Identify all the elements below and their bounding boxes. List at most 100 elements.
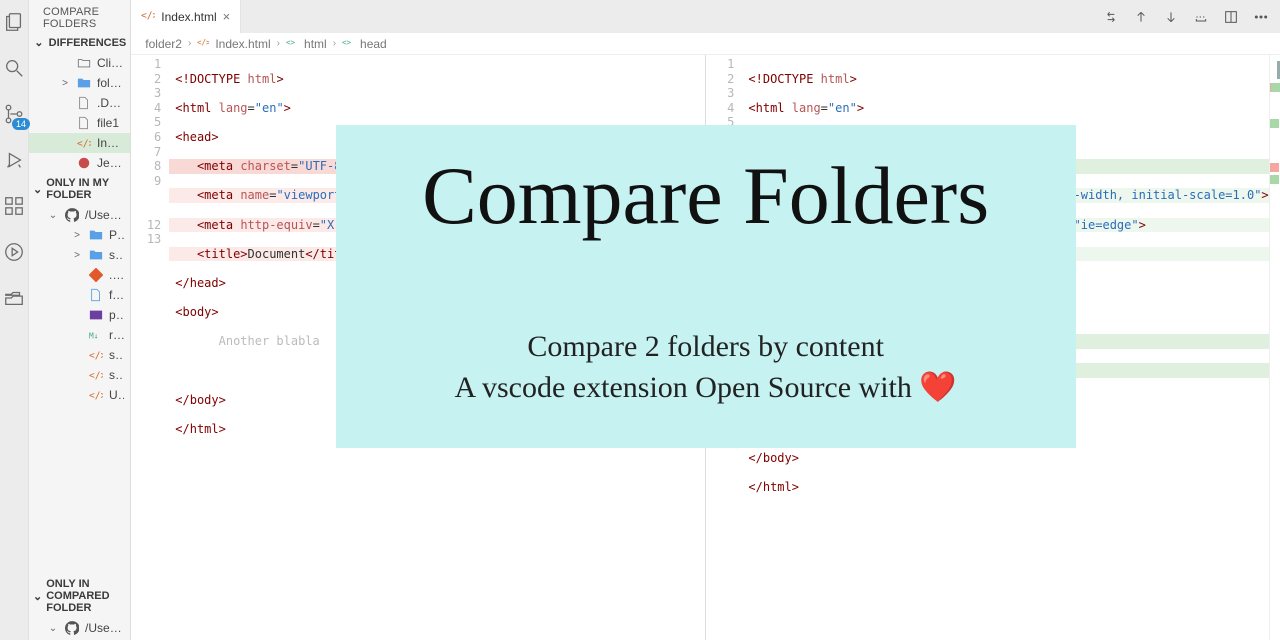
github-icon [65,208,79,222]
arrow-up-icon[interactable] [1132,8,1150,26]
breadcrumb-item[interactable]: Index.html [215,37,270,51]
tab-label: Index.html [161,10,216,24]
line-gutter: 1234567891213 [131,55,169,640]
file-icon [77,96,91,110]
breadcrumb-item[interactable]: html [304,37,327,51]
folder-select-icon [77,56,91,70]
svg-text:</>: </> [89,351,103,362]
tree-label: Jenkinsfile [97,156,124,170]
tree-label: folder [97,76,124,90]
tree-label: Click to select a folder [97,56,124,70]
svg-text:</>: </> [141,11,155,22]
tree-item[interactable]: >folder [29,73,130,93]
source-control-icon[interactable]: 14 [0,100,28,128]
tree-item[interactable]: >sub [29,245,130,265]
tree-label: sdf1.html [109,368,124,382]
tree-item[interactable]: ffmpeg-4.0.2.dmg [29,285,130,305]
tree-label: Index.html [97,136,124,150]
folder-icon [77,76,91,90]
tree-item[interactable]: Jenkinsfile [29,153,130,173]
folder-icon [89,248,103,262]
tree-root[interactable]: ⌄ /Users/moshef/Desktop/compareable/fold… [29,618,130,638]
tree-item[interactable]: .gitignore [29,265,130,285]
section-differences[interactable]: ⌄DIFFERENCES [29,34,130,51]
code-area[interactable]: <!DOCTYPE html> <html lang="en"> <head> … [169,55,705,640]
jenkins-icon [77,156,91,170]
editor-group: </> Index.html × folder2› </> Index.html… [131,0,1280,640]
folder-icon [89,228,103,242]
tree-item[interactable]: Click to select a folder [29,53,130,73]
tree-label: ffmpeg-4.0.2.dmg [109,288,124,302]
tab-bar: </> Index.html × [131,0,1280,33]
panel-title: COMPARE FOLDERS [29,0,130,34]
overview-ruler[interactable] [1269,55,1280,640]
tree-item[interactable]: </> Untitled-1.html [29,385,130,405]
section-only-compared[interactable]: ⌄ONLY IN COMPARED FOLDER [29,576,130,616]
section-only-mine[interactable]: ⌄ONLY IN MY FOLDER [29,175,130,203]
search-icon[interactable] [0,54,28,82]
diff-editor[interactable]: 1234567891213 <!DOCTYPE html> <html lang… [131,55,1280,640]
more-icon[interactable] [1252,8,1270,26]
tree-label: Pages [109,228,124,242]
tree-label: project.csproj [109,308,124,322]
tree-label: sdf.html [109,348,124,362]
tree-item[interactable]: M↓readme.md [29,325,130,345]
file-icon [77,116,91,130]
github-icon [65,621,79,635]
arrow-down-icon[interactable] [1162,8,1180,26]
split-icon[interactable] [1222,8,1240,26]
only-mine-tree: ⌄ /Users/moshef/Desktop/compareable/fold… [29,203,130,407]
tree-item[interactable]: </> Index.html [29,133,130,153]
tree-label: Untitled-1.html [109,388,124,402]
md-icon: M↓ [89,328,103,342]
compare-side-panel: COMPARE FOLDERS ⌄DIFFERENCES Click to se… [29,0,131,640]
activity-bar: 14 [0,0,29,640]
file-icon [89,288,103,302]
html-icon: </> [89,348,103,362]
run-icon[interactable] [0,238,28,266]
svg-text:<>: <> [286,38,296,47]
tree-item[interactable]: > Pages [29,225,130,245]
html-icon: </> [197,36,209,51]
run-debug-icon[interactable] [0,146,28,174]
html-icon: </> [77,136,91,150]
tree-item[interactable]: project.csproj [29,305,130,325]
svg-text:</>: </> [89,371,103,382]
compare-folders-icon[interactable] [0,284,28,312]
breadcrumb-item[interactable]: folder2 [145,37,182,51]
html-icon: </> [89,368,103,382]
tree-item[interactable]: </> sdf1.html [29,365,130,385]
twisty-icon: > [71,230,83,241]
svg-text:</>: </> [197,38,209,47]
app-root: 14 COMPARE FOLDERS ⌄DIFFERENCES Click to… [0,0,1280,640]
explorer-icon[interactable] [0,8,28,36]
code-area[interactable]: <!DOCTYPE html> <html lang="en"> <head> … [742,55,1268,640]
diff-left-pane: 1234567891213 <!DOCTYPE html> <html lang… [131,55,705,640]
tree-label: .gitignore [109,268,124,282]
tree-label: file1 [97,116,124,130]
whitespace-icon[interactable] [1192,8,1210,26]
html-icon: </> [89,388,103,402]
differences-tree: Click to select a folder >folder .DS_Store… [29,51,130,175]
bracket-icon: <> [286,36,298,51]
diff-right-pane: 12345678910111415 <!DOCTYPE html> <html … [705,55,1280,640]
breadcrumbs[interactable]: folder2› </> Index.html› <> html› <> hea… [131,33,1280,55]
bracket-icon: <> [342,36,354,51]
tree-label: .DS_Store [97,96,124,110]
git-icon [89,268,103,282]
breadcrumb-item[interactable]: head [360,37,387,51]
tree-item[interactable]: .DS_Store [29,93,130,113]
tab-index-html[interactable]: </> Index.html × [131,0,241,33]
tree-item[interactable]: </> sdf.html [29,345,130,365]
close-icon[interactable]: × [223,9,231,24]
title-actions [1102,0,1280,33]
tree-root[interactable]: ⌄ /Users/moshef/Desktop/compareable/fold… [29,205,130,225]
line-gutter: 12345678910111415 [706,55,742,640]
extensions-icon[interactable] [0,192,28,220]
svg-text:</>: </> [77,139,91,150]
scm-badge: 14 [12,118,30,130]
tree-item[interactable]: file1 [29,113,130,133]
svg-text:M↓: M↓ [89,332,98,341]
swap-icon[interactable] [1102,8,1120,26]
vs-icon [89,308,103,322]
